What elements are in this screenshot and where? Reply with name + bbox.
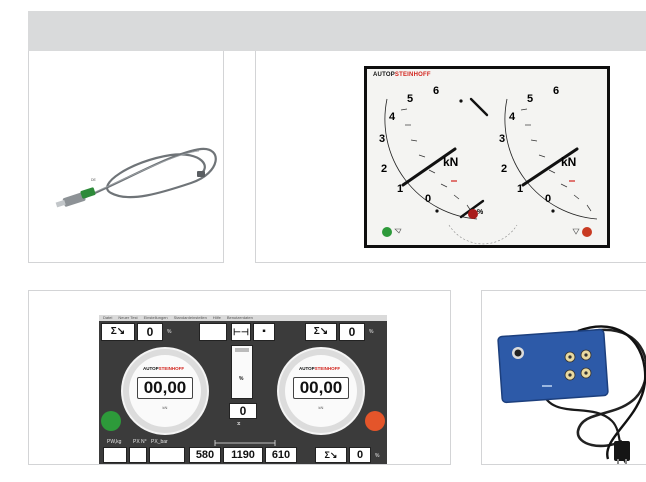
bottom-value-1: 580 xyxy=(189,447,221,463)
left-scale-0: 0 xyxy=(425,193,432,205)
pw-box xyxy=(103,447,127,463)
left-scale-2: 2 xyxy=(381,163,388,175)
left-gauge: AUTOPSTEINHOFF 00,00 kN xyxy=(121,347,209,435)
right-gauge-value: 00,00 xyxy=(293,377,349,399)
px-label: PX N° xyxy=(133,439,147,445)
left-scale-1: 1 xyxy=(397,183,404,195)
dimension-arrow-icon xyxy=(214,440,276,446)
right-scale-1: 1 xyxy=(517,183,524,195)
pxbar-box xyxy=(149,447,185,463)
cable-product-image: DE xyxy=(55,147,217,208)
dial-display-image: AUTOPSTEINHOFF 0 1 2 3 4 5 6 0 1 2 3 4 5… xyxy=(364,66,610,248)
pw-label: PW,kg xyxy=(107,439,122,445)
center-weight-icon: ⧖ xyxy=(237,421,241,427)
product-card-remote-box[interactable] xyxy=(481,290,646,465)
top-right-value: 0 xyxy=(339,323,365,341)
software-menu-bar: Datei Neuer Test Einstellungen Standardeins… xyxy=(99,315,387,321)
product-card-software[interactable]: Datei Neuer Test Einstellungen Standardeins… xyxy=(28,290,451,465)
right-unit-label: kN xyxy=(561,155,577,169)
section-header-bar xyxy=(28,11,646,51)
left-scale-3: 3 xyxy=(379,133,386,145)
center-progress-bar: % xyxy=(231,345,253,399)
bottom-right-percent: % xyxy=(375,453,380,459)
px-box xyxy=(129,447,147,463)
green-status-light xyxy=(101,411,121,431)
top-center-blank xyxy=(199,323,227,341)
left-scale-4: 4 xyxy=(389,111,396,123)
bottom-value-2: 1190 xyxy=(223,447,263,463)
percent-label: % xyxy=(477,209,484,216)
right-scale-6: 6 xyxy=(553,85,560,97)
right-gauge: AUTOPSTEINHOFF 00,00 kN xyxy=(277,347,365,435)
software-screen-image: Datei Neuer Test Einstellungen Standardeins… xyxy=(99,315,387,464)
svg-text:DE: DE xyxy=(91,178,97,182)
sigma-bottom-icon: Σ↘ xyxy=(315,447,347,463)
product-card-dial-display[interactable]: AUTOPSTEINHOFF 0 1 2 3 4 5 6 0 1 2 3 4 5… xyxy=(255,51,646,263)
weight-icon: ▪ xyxy=(253,323,275,341)
product-gallery: DE AUTOPSTEINHOFF 0 1 2 3 4 5 6 0 1 2 3 … xyxy=(0,0,646,482)
right-scale-2: 2 xyxy=(501,163,508,175)
remote-box-product-image xyxy=(497,325,646,464)
left-unit-label: kN xyxy=(443,155,459,169)
orange-status-light xyxy=(365,411,385,431)
right-scale-5: 5 xyxy=(527,93,534,105)
product-card-cable[interactable]: DE xyxy=(28,51,224,263)
left-scale-6: 6 xyxy=(433,85,440,97)
top-left-value: 0 xyxy=(137,323,163,341)
center-value: 0 xyxy=(229,403,257,419)
top-left-percent: % xyxy=(167,329,172,335)
right-scale-4: 4 xyxy=(509,111,516,123)
bottom-value-3: 610 xyxy=(265,447,297,463)
width-icon: ⊢⊣ xyxy=(231,323,251,341)
right-scale-3: 3 xyxy=(499,133,506,145)
right-scale-0: 0 xyxy=(545,193,552,205)
sigma-icon: Σ↘ xyxy=(101,323,135,341)
pxbar-label: PX_bar xyxy=(151,439,168,445)
left-scale-5: 5 xyxy=(407,93,414,105)
bottom-right-value: 0 xyxy=(349,447,371,463)
sigma-right-icon: Σ↘ xyxy=(305,323,337,341)
left-gauge-value: 00,00 xyxy=(137,377,193,399)
top-right-percent: % xyxy=(369,329,374,335)
